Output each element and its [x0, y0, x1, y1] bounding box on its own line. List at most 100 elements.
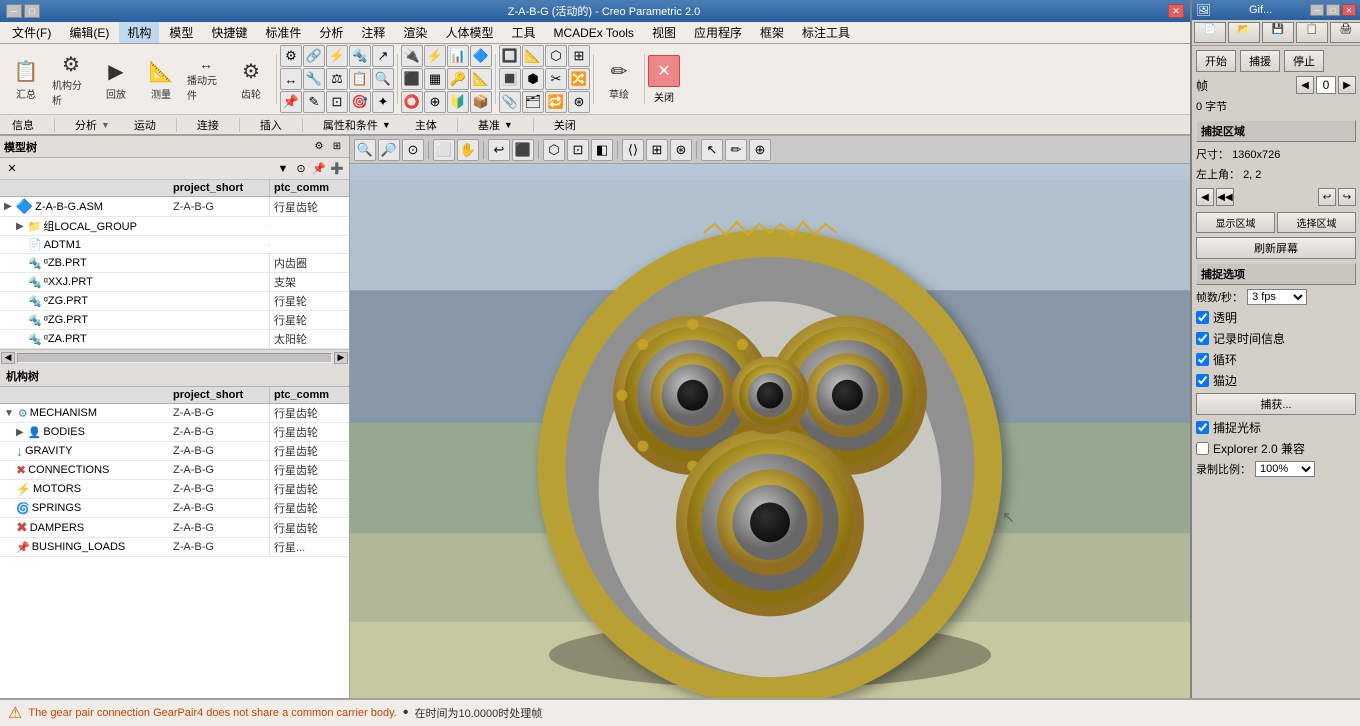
- menu-view[interactable]: 视图: [644, 22, 684, 43]
- tree-add[interactable]: ➕: [329, 161, 345, 177]
- tb2-9[interactable]: ⭕: [401, 91, 423, 113]
- tb2-2[interactable]: ⚡: [424, 45, 446, 67]
- tree-item-zb[interactable]: 🔩 ᵅZB.PRT 内齿圈: [0, 254, 349, 273]
- section-close[interactable]: 关闭: [550, 117, 580, 133]
- mech-item-mechanism[interactable]: ▼ ⚙ MECHANISM Z-A-B-G 行星齿轮: [0, 404, 349, 423]
- tb-small-7[interactable]: 🔧: [303, 68, 325, 90]
- gif-save[interactable]: 💾: [1262, 22, 1294, 43]
- tb-small-6[interactable]: ↔: [280, 68, 302, 90]
- gif-new[interactable]: 📄: [1194, 22, 1226, 43]
- menu-shortcuts[interactable]: 快捷键: [203, 22, 255, 43]
- vp-select[interactable]: ↖: [701, 139, 723, 161]
- tb3-2[interactable]: 📐: [522, 45, 544, 67]
- gif-nav-playback[interactable]: ◀◀: [1216, 188, 1234, 206]
- tb-small-9[interactable]: 📋: [349, 68, 371, 90]
- gif-display-area-btn[interactable]: 显示区域: [1196, 212, 1275, 233]
- section-conn2[interactable]: 连接: [193, 117, 223, 133]
- tree-item-asm[interactable]: ▶ 🔷 Z-A-B-G.ASM Z-A-B-G 行星齿轮: [0, 197, 349, 217]
- tb3-9[interactable]: 📎: [499, 91, 521, 113]
- tb-small-5[interactable]: ↗: [372, 45, 394, 67]
- gif-close[interactable]: ✕: [1342, 4, 1356, 16]
- section-info[interactable]: 信息: [8, 117, 38, 133]
- mech-item-bodies[interactable]: ▶ 👤 BODIES Z-A-B-G 行星齿轮: [0, 423, 349, 442]
- section-datum[interactable]: 基准: [474, 117, 517, 133]
- gif-open[interactable]: 📂: [1228, 22, 1260, 43]
- mech-item-bushing[interactable]: 📌 BUSHING_LOADS Z-A-B-G 行星...: [0, 538, 349, 557]
- menu-markup[interactable]: 标注工具: [794, 22, 858, 43]
- gif-saveas[interactable]: 📋: [1296, 22, 1328, 43]
- tree-pin[interactable]: 📌: [311, 161, 327, 177]
- menu-standard[interactable]: 标准件: [257, 22, 309, 43]
- tree-nav-right[interactable]: ▶: [334, 352, 348, 364]
- gear-button[interactable]: ⚙ 齿轮: [229, 53, 273, 105]
- mech-item-springs[interactable]: 🌀 SPRINGS Z-A-B-G 行星齿轮: [0, 499, 349, 518]
- tb-small-8[interactable]: ⚖: [326, 68, 348, 90]
- gif-maximize[interactable]: □: [1326, 4, 1340, 16]
- tb2-6[interactable]: ▦: [424, 68, 446, 90]
- gif-minimize[interactable]: ─: [1310, 4, 1324, 16]
- tb2-12[interactable]: 📦: [470, 91, 492, 113]
- tb-small-10[interactable]: 🔍: [372, 68, 394, 90]
- tb2-11[interactable]: 🔰: [447, 91, 469, 113]
- maximize-btn[interactable]: □: [24, 4, 40, 18]
- vp-fit[interactable]: ⊙: [402, 139, 424, 161]
- tb-small-11[interactable]: 📌: [280, 91, 302, 113]
- menu-edit[interactable]: 编辑(E): [61, 22, 117, 43]
- section-motion[interactable]: 分析 ▼: [71, 117, 114, 133]
- measure-button[interactable]: 📐 测量: [139, 53, 183, 105]
- tb-small-13[interactable]: ⊡: [326, 91, 348, 113]
- gif-record-time-check[interactable]: [1196, 332, 1209, 345]
- vp-zoom-out[interactable]: 🔎: [378, 139, 400, 161]
- gif-select-area-btn[interactable]: 选择区域: [1277, 212, 1356, 233]
- tb2-8[interactable]: 📐: [470, 68, 492, 90]
- sketch-button[interactable]: ✏ 草绘: [597, 53, 641, 105]
- gif-loop-check[interactable]: [1196, 353, 1209, 366]
- tb3-5[interactable]: 🔳: [499, 68, 521, 90]
- tb3-12[interactable]: ⊛: [568, 91, 590, 113]
- gif-pause-btn[interactable]: 捕援: [1240, 50, 1280, 72]
- gif-stop-btn[interactable]: 停止: [1284, 50, 1324, 72]
- tb2-4[interactable]: 🔷: [470, 45, 492, 67]
- tree-search[interactable]: ✕: [4, 161, 20, 177]
- tb2-3[interactable]: 📊: [447, 45, 469, 67]
- mech-item-motors[interactable]: ⚡ MOTORS Z-A-B-G 行星齿轮: [0, 480, 349, 499]
- minimize-btn[interactable]: ─: [6, 4, 22, 18]
- tree-filter[interactable]: ▼: [275, 161, 291, 177]
- tree-item-adtm1[interactable]: 📄 ADTM1: [0, 236, 349, 254]
- tb2-1[interactable]: 🔌: [401, 45, 423, 67]
- tb2-7[interactable]: 🔑: [447, 68, 469, 90]
- gif-prev-frame[interactable]: ◀: [1296, 76, 1314, 94]
- gif-nav-left[interactable]: ◀: [1196, 188, 1214, 206]
- playback-button[interactable]: ▶ 回放: [94, 53, 138, 105]
- tb2-10[interactable]: ⊕: [424, 91, 446, 113]
- menu-mechanism[interactable]: 机构: [119, 22, 159, 43]
- menu-human[interactable]: 人体模型: [437, 22, 501, 43]
- vp-shade[interactable]: ⬛: [512, 139, 534, 161]
- gif-nav-undo[interactable]: ↩: [1318, 188, 1336, 206]
- tb-small-4[interactable]: 🔩: [349, 45, 371, 67]
- model-tree-settings[interactable]: ⚙: [311, 139, 327, 155]
- vp-zoom-in[interactable]: 🔍: [354, 139, 376, 161]
- tb3-3[interactable]: ⬡: [545, 45, 567, 67]
- tb-small-1[interactable]: ⚙: [280, 45, 302, 67]
- tb-small-15[interactable]: ✦: [372, 91, 394, 113]
- tb3-11[interactable]: 🔁: [545, 91, 567, 113]
- 3d-scene[interactable]: ↖: [350, 164, 1190, 698]
- gif-nav-redo[interactable]: ↪: [1338, 188, 1356, 206]
- drag-button[interactable]: ↔ 播动元件: [184, 53, 228, 105]
- menu-mcadex[interactable]: MCADEx Tools: [545, 24, 641, 42]
- tb3-1[interactable]: 🔲: [499, 45, 521, 67]
- model-tree-expand[interactable]: ⊞: [329, 139, 345, 155]
- vp-persp[interactable]: ⟨⟩: [622, 139, 644, 161]
- close-mechanism-button[interactable]: ✕: [648, 55, 680, 87]
- close-btn[interactable]: ✕: [1168, 4, 1184, 18]
- mech-item-connections[interactable]: ✖ CONNECTIONS Z-A-B-G 行星齿轮: [0, 461, 349, 480]
- gif-transparent-check[interactable]: [1196, 311, 1209, 324]
- gif-capture-cursor-check[interactable]: [1196, 421, 1209, 434]
- menu-model[interactable]: 模型: [161, 22, 201, 43]
- vp-pan[interactable]: ✋: [457, 139, 479, 161]
- menu-file[interactable]: 文件(F): [4, 22, 59, 43]
- vp-section[interactable]: ⊡: [567, 139, 589, 161]
- tb3-10[interactable]: 🗂: [522, 91, 544, 113]
- vp-rect[interactable]: ⬜: [433, 139, 455, 161]
